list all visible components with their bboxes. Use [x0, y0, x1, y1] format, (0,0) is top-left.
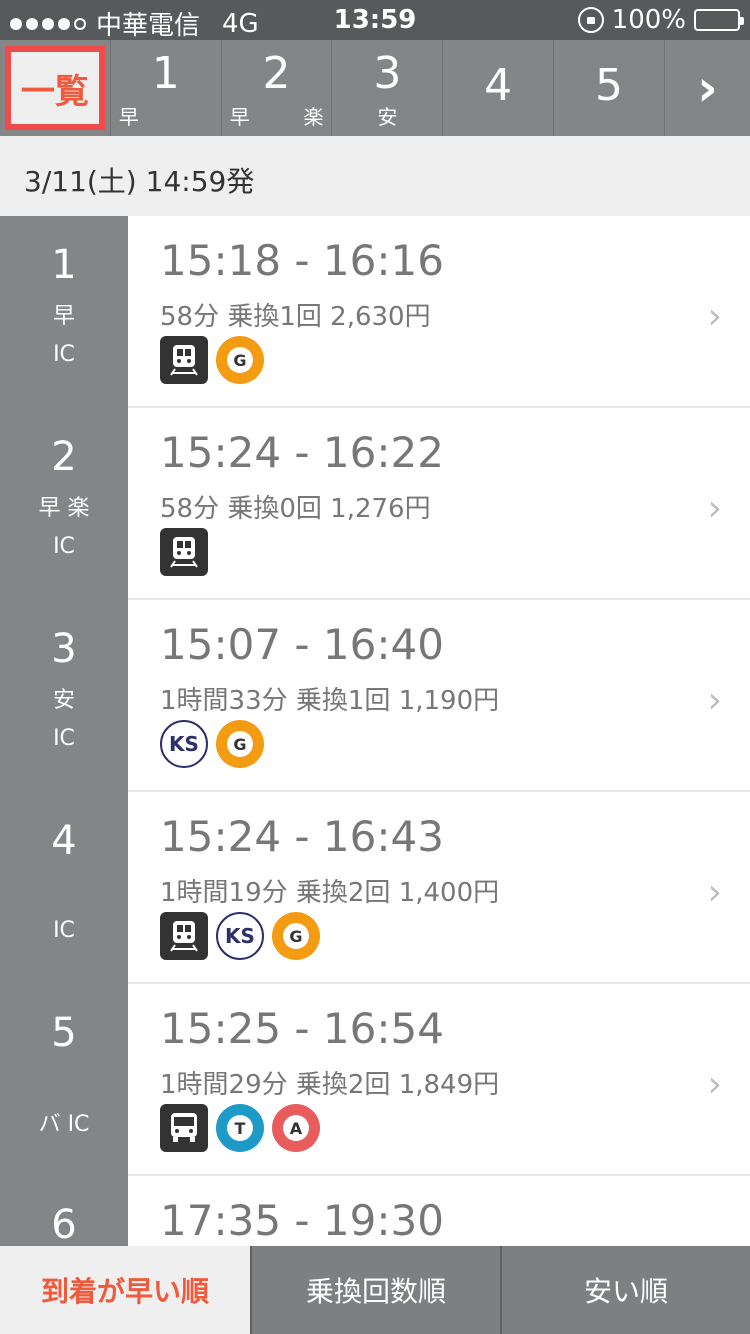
route-times: 15:18 - 16:16	[160, 236, 444, 285]
chevron-right-icon: ›	[707, 680, 722, 721]
route-row[interactable]: 4 IC 15:24 - 16:43 1時間19分 乗換2回 1,400円 KS…	[0, 792, 750, 984]
route-list: 1 早 IC 15:18 - 16:16 58分 乗換1回 2,630円 G ›…	[0, 216, 750, 1246]
route-detail: 58分 乗換0回 1,276円	[160, 494, 431, 524]
rotation-lock-icon	[577, 7, 604, 33]
line-g-icon: G	[272, 912, 320, 960]
tab-route-2[interactable]: 2 早楽	[222, 40, 333, 136]
line-g-icon: G	[216, 336, 264, 384]
sort-arrival-button[interactable]: 到着が早い順	[0, 1246, 250, 1334]
line-t-icon: T	[216, 1104, 264, 1152]
route-side: 1 早 IC	[0, 216, 128, 408]
tab-route-4[interactable]: 4	[443, 40, 555, 136]
route-side: 2 早 楽 IC	[0, 408, 128, 600]
route-row[interactable]: 1 早 IC 15:18 - 16:16 58分 乗換1回 2,630円 G ›	[0, 216, 750, 408]
line-ks-icon: KS	[216, 912, 264, 960]
train-icon	[160, 528, 208, 576]
route-detail: 1時間33分 乗換1回 1,190円	[160, 686, 500, 716]
route-detail: 58分 乗換1回 2,630円	[160, 302, 431, 332]
chevron-right-icon: ›	[707, 488, 722, 529]
route-side: 4 IC	[0, 792, 128, 984]
route-times: 15:24 - 16:22	[160, 428, 444, 477]
route-detail: 1時間19分 乗換2回 1,400円	[160, 878, 500, 908]
line-ks-icon: KS	[160, 720, 208, 768]
tab-next-button[interactable]: ›	[665, 40, 750, 136]
route-row[interactable]: 2 早 楽 IC 15:24 - 16:22 58分 乗換0回 1,276円 ›	[0, 408, 750, 600]
line-a-icon: A	[272, 1104, 320, 1152]
route-row[interactable]: 5 バ IC 15:25 - 16:54 1時間29分 乗換2回 1,849円 …	[0, 984, 750, 1176]
route-side: 3 安 IC	[0, 600, 128, 792]
battery-percent: 100%	[611, 5, 686, 35]
chevron-right-icon: ›	[697, 59, 718, 117]
route-times: 15:24 - 16:43	[160, 812, 444, 861]
route-detail: 1時間29分 乗換2回 1,849円	[160, 1070, 500, 1100]
route-times: 15:07 - 16:40	[160, 620, 444, 669]
battery-icon	[694, 9, 744, 31]
chevron-right-icon: ›	[707, 872, 722, 913]
tab-all[interactable]: 一覧	[0, 40, 111, 136]
sort-cheap-button[interactable]: 安い順	[500, 1246, 750, 1334]
route-tabs: 一覧 1 早 2 早楽 3 安 4 5 ›	[0, 40, 750, 136]
bus-icon	[160, 1104, 208, 1152]
route-row[interactable]: 3 安 IC 15:07 - 16:40 1時間33分 乗換1回 1,190円 …	[0, 600, 750, 792]
train-icon	[160, 912, 208, 960]
chevron-right-icon: ›	[707, 1064, 722, 1105]
route-side: 5 バ IC	[0, 984, 128, 1176]
departure-date: 3/11(土) 14:59発	[0, 136, 750, 216]
tab-route-1[interactable]: 1 早	[111, 40, 222, 136]
line-g-icon: G	[216, 720, 264, 768]
status-bar: 中華電信 4G 13:59 100%	[0, 0, 750, 41]
route-row[interactable]: 6 17:35 - 19:30	[0, 1176, 750, 1246]
train-icon	[160, 336, 208, 384]
sort-bar: 到着が早い順 乗換回数順 安い順	[0, 1246, 750, 1334]
route-times: 17:35 - 19:30	[160, 1196, 444, 1245]
tab-all-label: 一覧	[4, 46, 105, 130]
tab-route-5[interactable]: 5	[554, 40, 665, 136]
route-side: 6	[0, 1176, 128, 1246]
tab-route-3[interactable]: 3 安	[332, 40, 444, 136]
route-times: 15:25 - 16:54	[160, 1004, 444, 1053]
sort-transfers-button[interactable]: 乗換回数順	[250, 1246, 500, 1334]
chevron-right-icon: ›	[707, 296, 722, 337]
